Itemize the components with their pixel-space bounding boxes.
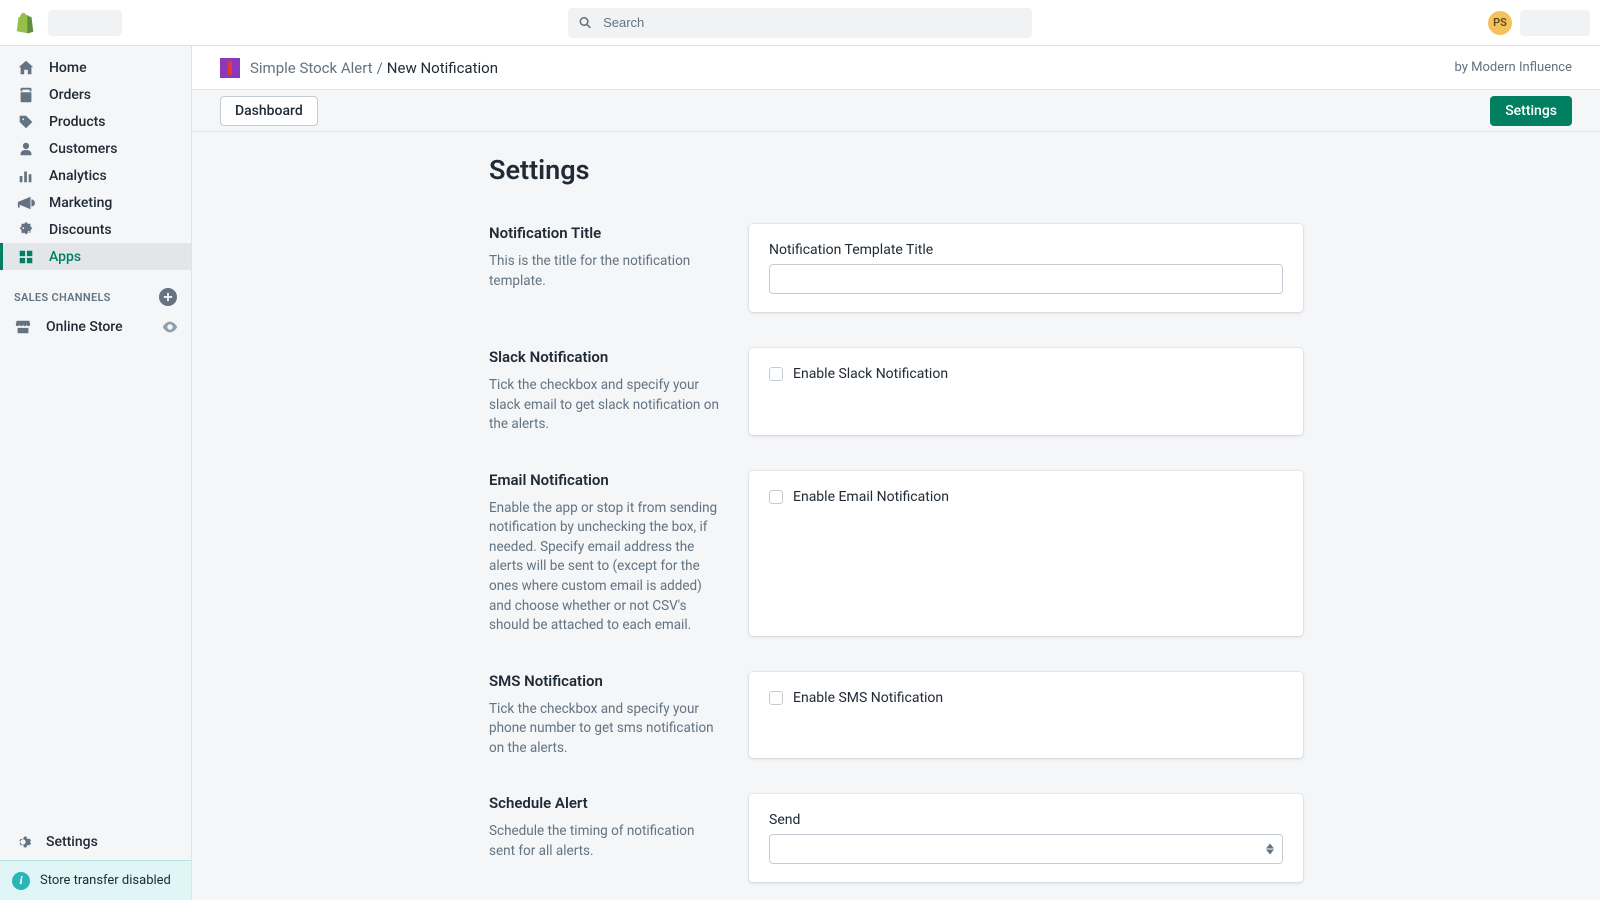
top-bar: PS (0, 0, 1600, 46)
sidebar-item-label: Apps (49, 249, 81, 265)
home-icon (17, 59, 35, 77)
field-label-send: Send (769, 812, 1283, 828)
section-desc: Schedule the timing of notification sent… (489, 822, 721, 861)
search-icon (578, 15, 593, 31)
sidebar-item-label: Home (49, 60, 87, 76)
customers-icon (17, 140, 35, 158)
schedule-select[interactable] (769, 834, 1283, 864)
breadcrumb-current: New Notification (387, 59, 498, 77)
gear-icon (14, 833, 32, 851)
user-avatar[interactable]: PS (1488, 11, 1512, 35)
app-author: by Modern Influence (1455, 60, 1572, 75)
marketing-icon (17, 194, 35, 212)
sidebar-item-orders[interactable]: Orders (0, 81, 191, 108)
section-desc: Tick the checkbox and specify your slack… (489, 376, 721, 435)
profile-menu[interactable] (1520, 10, 1590, 36)
card-email: Enable Email Notification (749, 471, 1303, 636)
sidebar-item-label: Discounts (49, 222, 112, 238)
status-text: Store transfer disabled (40, 873, 171, 888)
sidebar-item-marketing[interactable]: Marketing (0, 189, 191, 216)
section-notification-title: Notification Title This is the title for… (477, 206, 1315, 330)
search-input[interactable] (603, 15, 1022, 30)
settings-button[interactable]: Settings (1490, 96, 1572, 126)
view-store-icon[interactable] (161, 318, 179, 336)
section-sms: SMS Notification Tick the checkbox and s… (477, 654, 1315, 777)
main-area: Simple Stock Alert / New Notification by… (192, 46, 1600, 900)
card-sms: Enable SMS Notification (749, 672, 1303, 759)
select-arrows-icon (1266, 844, 1274, 855)
checkbox-label: Enable Slack Notification (793, 366, 948, 382)
enable-sms-checkbox[interactable] (769, 691, 783, 705)
section-heading: Slack Notification (489, 348, 721, 366)
card-schedule: Send (749, 794, 1303, 882)
section-email: Email Notification Enable the app or sto… (477, 453, 1315, 654)
app-header: Simple Stock Alert / New Notification by… (192, 46, 1600, 90)
enable-slack-checkbox[interactable] (769, 367, 783, 381)
analytics-icon (17, 167, 35, 185)
section-heading: Notification Title (489, 224, 721, 242)
field-label-template-title: Notification Template Title (769, 242, 1283, 258)
sidebar-item-label: Customers (49, 141, 117, 157)
section-heading: Schedule Alert (489, 794, 721, 812)
channel-label: Online Store (46, 319, 123, 335)
sidebar-item-label: Marketing (49, 195, 112, 211)
card-notification-title: Notification Template Title (749, 224, 1303, 312)
section-heading: SMS Notification (489, 672, 721, 690)
sidebar-settings[interactable]: Settings (0, 824, 191, 860)
products-icon (17, 113, 35, 131)
apps-icon (17, 248, 35, 266)
store-icon (14, 318, 32, 336)
section-slack: Slack Notification Tick the checkbox and… (477, 330, 1315, 453)
info-icon: i (12, 872, 30, 890)
checkbox-label: Enable SMS Notification (793, 690, 943, 706)
orders-icon (17, 86, 35, 104)
section-desc: Enable the app or stop it from sending n… (489, 499, 721, 636)
store-name-pill[interactable] (48, 10, 122, 36)
app-icon (220, 58, 240, 78)
card-slack: Enable Slack Notification (749, 348, 1303, 435)
sidebar: Home Orders Products Customers Analytics… (0, 46, 192, 900)
discounts-icon (17, 221, 35, 239)
store-status-banner: i Store transfer disabled (0, 860, 191, 900)
add-channel-icon[interactable] (159, 288, 177, 306)
dashboard-button[interactable]: Dashboard (220, 96, 318, 126)
section-desc: This is the title for the notification t… (489, 252, 721, 291)
sidebar-channel-online-store[interactable]: Online Store (0, 312, 191, 342)
sidebar-item-label: Orders (49, 87, 91, 103)
sidebar-item-apps[interactable]: Apps (0, 243, 191, 270)
page-title: Settings (477, 154, 1315, 186)
sidebar-section-sales-channels: SALES CHANNELS (0, 270, 191, 312)
sidebar-item-discounts[interactable]: Discounts (0, 216, 191, 243)
breadcrumb-app-name[interactable]: Simple Stock Alert (250, 59, 373, 77)
section-label: SALES CHANNELS (14, 291, 111, 304)
checkbox-label: Enable Email Notification (793, 489, 949, 505)
global-search[interactable] (568, 8, 1032, 38)
settings-label: Settings (46, 834, 98, 850)
content: Settings Notification Title This is the … (477, 132, 1315, 900)
sidebar-item-label: Products (49, 114, 106, 130)
sidebar-item-analytics[interactable]: Analytics (0, 162, 191, 189)
breadcrumb-separator: / (377, 59, 383, 77)
enable-email-checkbox[interactable] (769, 490, 783, 504)
sidebar-item-customers[interactable]: Customers (0, 135, 191, 162)
sidebar-item-products[interactable]: Products (0, 108, 191, 135)
app-toolbar: Dashboard Settings (192, 90, 1600, 132)
template-title-input[interactable] (769, 264, 1283, 294)
shopify-logo-icon (14, 12, 36, 34)
sidebar-item-label: Analytics (49, 168, 107, 184)
section-schedule: Schedule Alert Schedule the timing of no… (477, 776, 1315, 900)
section-desc: Tick the checkbox and specify your phone… (489, 700, 721, 759)
sidebar-item-home[interactable]: Home (0, 54, 191, 81)
section-heading: Email Notification (489, 471, 721, 489)
